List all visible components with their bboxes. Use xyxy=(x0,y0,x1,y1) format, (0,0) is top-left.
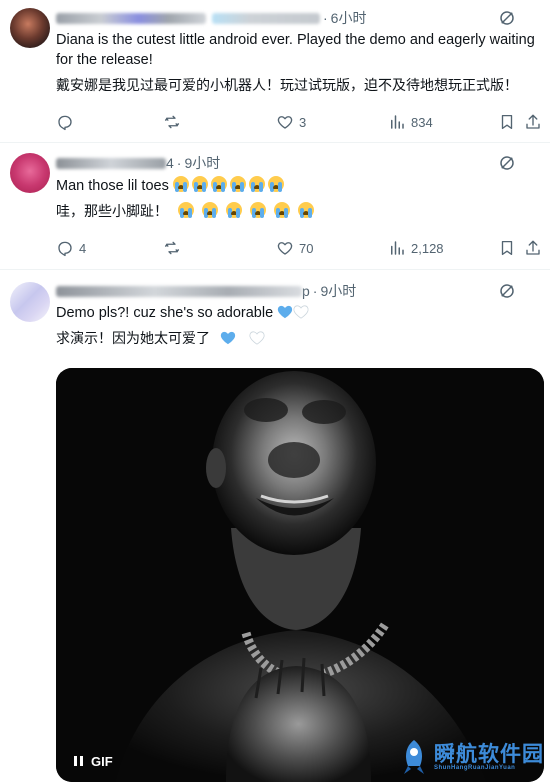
views-bar-chart-icon xyxy=(391,241,404,255)
more-circle-icon[interactable] xyxy=(498,282,516,300)
loudly-crying-face-emoji xyxy=(226,202,243,218)
white-heart-emoji xyxy=(249,331,265,345)
avatar[interactable] xyxy=(10,8,50,48)
reply-button[interactable] xyxy=(56,113,74,131)
watermark-title: 瞬航软件园 xyxy=(434,742,544,766)
views-count: 2,128 xyxy=(411,240,444,256)
like-count: 70 xyxy=(299,240,314,256)
timestamp[interactable]: 9小时 xyxy=(184,153,220,173)
bookmark-button[interactable] xyxy=(498,239,516,257)
like-button[interactable]: 70 xyxy=(276,239,313,257)
reply-icon xyxy=(58,115,72,131)
loudly-crying-face-emoji xyxy=(172,176,189,192)
blurred-display-name[interactable] xyxy=(56,12,206,24)
tweet-text-en: Man those lil toes xyxy=(56,178,169,194)
pause-icon[interactable] xyxy=(74,756,83,766)
views-button[interactable]: 834 xyxy=(388,113,433,131)
gif-badge[interactable]: GIF xyxy=(66,750,121,772)
like-button[interactable]: 3 xyxy=(276,113,306,131)
timestamp[interactable]: 6小时 xyxy=(331,8,367,28)
share-button[interactable] xyxy=(524,113,542,131)
share-button[interactable] xyxy=(524,239,542,257)
views-count: 834 xyxy=(411,114,433,130)
retweet-icon xyxy=(164,115,180,129)
loudly-crying-face-emoji xyxy=(229,176,246,192)
avatar[interactable] xyxy=(10,153,50,193)
retweet-button[interactable] xyxy=(163,239,181,257)
tweet-1[interactable]: · 6小时 Diana is the cutest little android… xyxy=(0,0,550,143)
share-icon xyxy=(526,114,540,129)
gif-image-grayscale-man-crying xyxy=(56,368,544,782)
loudly-crying-face-emoji xyxy=(210,176,227,192)
loudly-crying-face-emoji xyxy=(178,202,195,218)
rocket-logo-icon xyxy=(404,740,424,774)
loudly-crying-face-emoji xyxy=(250,202,267,218)
loudly-crying-face-emoji xyxy=(298,202,315,218)
tweet-text-cn-row: 哇，那些小脚趾！ xyxy=(56,202,542,222)
tweet-header: 4 · 9小时 xyxy=(56,154,220,172)
bookmark-icon xyxy=(501,240,513,256)
loudly-crying-face-emoji xyxy=(191,176,208,192)
tweet-3[interactable]: p · 9小时 Demo pls?! cuz she's so adorable… xyxy=(0,270,550,784)
loudly-crying-face-emoji xyxy=(274,202,291,218)
tweet-text-cn: 戴安娜是我见过最可爱的小机器人！玩过试玩版，迫不及待地想玩正式版！ xyxy=(56,78,518,94)
retweet-icon xyxy=(164,241,180,255)
tweet-actions: 4 70 2,128 xyxy=(56,239,542,259)
tweet-actions: 3 834 xyxy=(56,113,542,133)
heart-icon xyxy=(277,242,293,255)
white-heart-emoji xyxy=(293,305,309,319)
more-circle-icon[interactable] xyxy=(498,154,516,172)
blurred-display-name[interactable] xyxy=(56,157,166,169)
tweet-2[interactable]: 4 · 9小时 Man those lil toes 哇，那些小脚趾！ 4 70… xyxy=(0,143,550,270)
reply-count: 4 xyxy=(79,240,87,256)
loudly-crying-face-emoji xyxy=(202,202,219,218)
gif-media[interactable]: GIF xyxy=(56,368,544,782)
bookmark-icon xyxy=(501,114,513,130)
handle-suffix: p xyxy=(302,283,310,299)
retweet-button[interactable] xyxy=(163,113,181,131)
timestamp[interactable]: 9小时 xyxy=(320,281,356,301)
reply-button[interactable]: 4 xyxy=(56,239,86,257)
gif-label: GIF xyxy=(91,753,113,769)
blue-heart-emoji xyxy=(278,305,293,319)
tweet-text-cn: 哇，那些小脚趾！ xyxy=(56,204,168,220)
tweet-header: p · 9小时 xyxy=(56,282,356,300)
blue-heart-emoji xyxy=(221,331,236,345)
heart-icon xyxy=(277,116,293,129)
tweet-header: · 6小时 xyxy=(56,9,366,27)
loudly-crying-face-emoji xyxy=(248,176,265,192)
avatar[interactable] xyxy=(10,282,50,322)
blurred-handle[interactable] xyxy=(212,12,320,24)
tweet-text-cn: 求演示！因为她太可爱了 xyxy=(56,331,210,347)
loudly-crying-face-emoji xyxy=(267,176,284,192)
tweet-text-en-row: Demo pls?! cuz she's so adorable xyxy=(56,303,542,323)
reply-icon xyxy=(58,241,72,257)
views-button[interactable]: 2,128 xyxy=(388,239,444,257)
blurred-display-name[interactable] xyxy=(56,285,302,297)
bookmark-button[interactable] xyxy=(498,113,516,131)
share-icon xyxy=(526,240,540,255)
tweet-text-en-row: Man those lil toes xyxy=(56,176,542,196)
handle-suffix: 4 xyxy=(166,155,174,171)
tweet-text-en: Demo pls?! cuz she's so adorable xyxy=(56,305,274,321)
more-circle-icon[interactable] xyxy=(498,9,516,27)
tweet-text-cn-row: 求演示！因为她太可爱了 xyxy=(56,329,542,349)
views-bar-chart-icon xyxy=(391,115,404,129)
site-watermark: 瞬航软件园 ShunHangRuanJianYuan xyxy=(398,736,544,778)
like-count: 3 xyxy=(299,114,307,130)
tweet-text-en: Diana is the cutest little android ever.… xyxy=(56,32,535,68)
